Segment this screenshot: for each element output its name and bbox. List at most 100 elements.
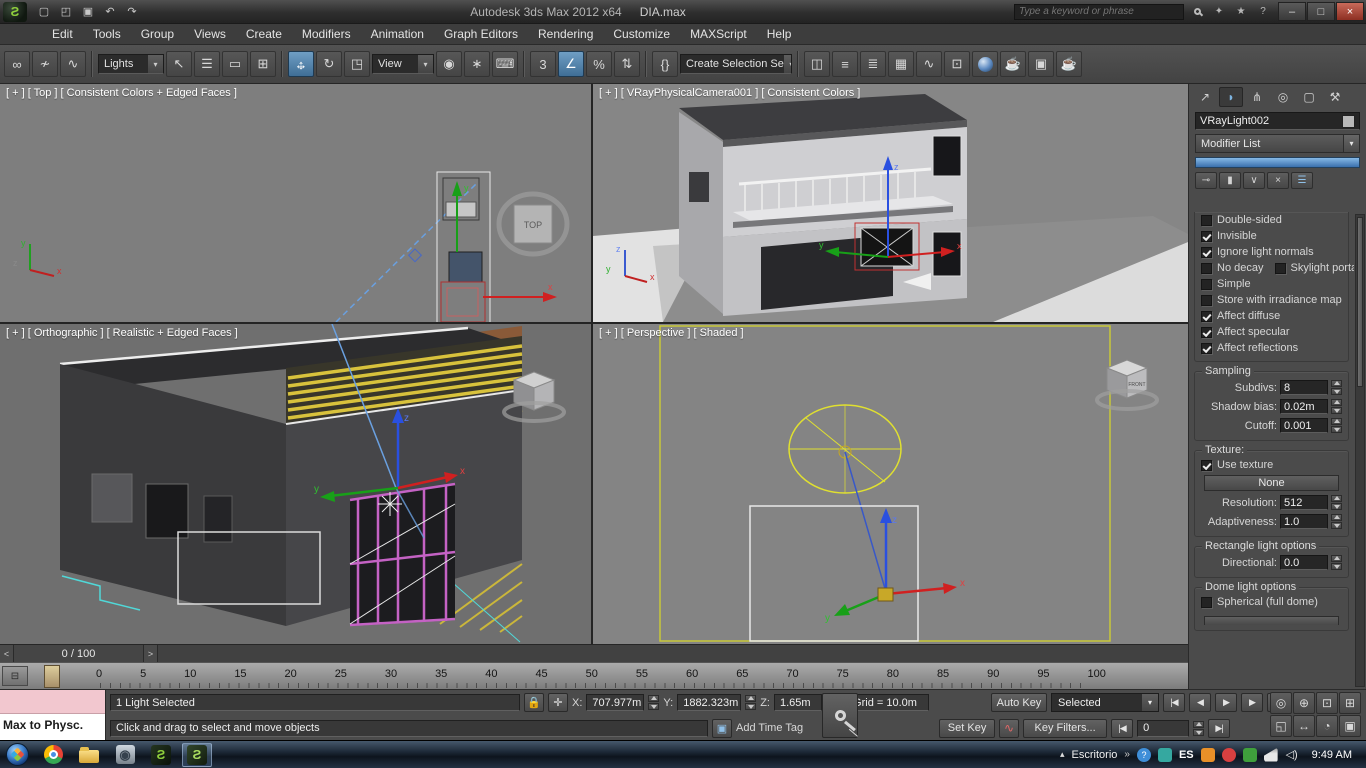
desktop-toolbar-label[interactable]: Escritorio: [1072, 749, 1118, 761]
update-tray-icon[interactable]: [1201, 748, 1215, 762]
viewport-orthographic-label[interactable]: [ + ] [ Orthographic ] [ Realistic + Edg…: [6, 327, 238, 339]
network-tray-icon[interactable]: [1264, 748, 1278, 762]
display-tab[interactable]: ▢: [1297, 87, 1321, 107]
hidden-icons-button[interactable]: ▴: [1060, 749, 1065, 760]
use-pivot-point-center-icon[interactable]: ◉: [436, 51, 462, 77]
next-frame-button[interactable]: ▶: [1241, 693, 1263, 712]
viewport-perspective-label[interactable]: [ + ] [ Perspective ] [ Shaded ]: [599, 327, 744, 339]
scrollbar-thumb[interactable]: [1357, 217, 1363, 387]
house-model[interactable]: [679, 94, 967, 316]
viewport-top[interactable]: y x TOP y z x [ + ] [ Top: [0, 84, 591, 322]
checkbox[interactable]: [1275, 263, 1286, 274]
select-and-move-icon[interactable]: ↔↕: [288, 51, 314, 77]
viewport-orthographic[interactable]: z y x: [0, 324, 591, 644]
maximize-button[interactable]: □: [1307, 2, 1335, 21]
sync-tray-icon[interactable]: [1158, 748, 1172, 762]
menu-item[interactable]: Group: [131, 24, 184, 45]
utilities-tab[interactable]: ⚒: [1323, 87, 1347, 107]
viewport-camera-canvas[interactable]: z y x z y x: [593, 84, 1188, 322]
checkbox[interactable]: [1201, 263, 1212, 274]
save-file-icon[interactable]: ▣: [78, 3, 98, 21]
menu-item[interactable]: Rendering: [528, 24, 603, 45]
select-and-manipulate-icon[interactable]: ∗: [464, 51, 490, 77]
remove-modifier-icon[interactable]: ×: [1267, 172, 1289, 189]
help-icon[interactable]: ?: [1254, 4, 1272, 20]
go-to-start-button[interactable]: |◀: [1163, 693, 1185, 712]
checkbox[interactable]: [1201, 311, 1212, 322]
toolbar-chevrons-icon[interactable]: »: [1124, 749, 1130, 760]
menu-item[interactable]: Views: [184, 24, 236, 45]
range-next-button[interactable]: >: [144, 645, 158, 663]
spinner[interactable]: [1331, 495, 1342, 510]
orbit-icon[interactable]: ◔: [1316, 715, 1338, 737]
percent-snap-icon[interactable]: %: [586, 51, 612, 77]
track-bar-strip[interactable]: [158, 645, 1188, 663]
spinner[interactable]: [1193, 721, 1204, 736]
macro-recorder-strip[interactable]: [0, 690, 105, 714]
material-editor-icon[interactable]: [972, 51, 998, 77]
param-field[interactable]: 512: [1280, 495, 1328, 510]
minimize-button[interactable]: –: [1278, 2, 1306, 21]
select-and-rotate-icon[interactable]: ↻: [316, 51, 342, 77]
modify-tab[interactable]: ◗: [1219, 87, 1243, 107]
previous-frame-button[interactable]: ◀: [1189, 693, 1211, 712]
menu-item[interactable]: Help: [757, 24, 802, 45]
viewport-camera-label[interactable]: [ + ] [ VRayPhysicalCamera001 ] [ Consis…: [599, 87, 860, 99]
search-icon[interactable]: [1188, 4, 1206, 20]
reference-coordinate-dropdown[interactable]: View▾: [372, 54, 434, 74]
undo-icon[interactable]: ↶: [100, 3, 120, 21]
menu-item[interactable]: Create: [236, 24, 292, 45]
absolute-offset-toggle[interactable]: ✛: [548, 693, 568, 712]
selection-filter-dropdown[interactable]: Lights▾: [98, 54, 164, 74]
hierarchy-tab[interactable]: ⋔: [1245, 87, 1269, 107]
param-field[interactable]: 0.02m: [1280, 399, 1328, 414]
menu-item[interactable]: Edit: [42, 24, 83, 45]
menu-item[interactable]: Modifiers: [292, 24, 361, 45]
spinner[interactable]: [1331, 380, 1342, 395]
open-mini-curve-editor-button[interactable]: ⊟: [2, 666, 28, 686]
dome-light-gizmo[interactable]: [789, 405, 901, 493]
range-previous-button[interactable]: <: [0, 645, 14, 663]
3dsmax-running-icon[interactable]: Ƨ: [182, 743, 212, 767]
checkbox[interactable]: [1201, 295, 1212, 306]
align-icon[interactable]: ≡: [832, 51, 858, 77]
viewport-perspective-canvas[interactable]: z y x FRONT: [593, 324, 1188, 644]
open-file-icon[interactable]: ◰: [56, 3, 76, 21]
motion-tab[interactable]: ◎: [1271, 87, 1295, 107]
menu-item[interactable]: Tools: [83, 24, 131, 45]
zoom-icon[interactable]: ◎: [1270, 692, 1292, 714]
explorer-icon[interactable]: [74, 743, 104, 767]
isolate-selection-icon[interactable]: ▣: [712, 719, 732, 738]
key-mode-dropdown[interactable]: Selected▾: [1051, 693, 1159, 712]
viewport-top-canvas[interactable]: y x TOP y z x: [0, 84, 591, 322]
x-coordinate-field[interactable]: 707.977m: [586, 694, 644, 711]
create-tab[interactable]: ↗: [1193, 87, 1217, 107]
volume-tray-icon[interactable]: ◁): [1285, 748, 1299, 762]
field-of-view-icon[interactable]: ◱: [1270, 715, 1292, 737]
keyboard-shortcut-override-icon[interactable]: ⌨: [492, 51, 518, 77]
set-keys-button[interactable]: [822, 693, 858, 738]
play-button[interactable]: ▶: [1215, 693, 1237, 712]
app-icon[interactable]: ◉: [110, 743, 140, 767]
pan-icon[interactable]: ↔: [1293, 715, 1315, 737]
previous-key-button[interactable]: |◀: [1111, 719, 1133, 738]
edit-named-selection-sets-icon[interactable]: {}: [652, 51, 678, 77]
taskbar-clock[interactable]: 9:49 AM: [1306, 749, 1358, 761]
viewport-top-label[interactable]: [ + ] [ Top ] [ Consistent Colors + Edge…: [6, 87, 237, 99]
maxscript-mini-listener[interactable]: Max to Physc.: [0, 690, 106, 741]
spinner[interactable]: [1331, 399, 1342, 414]
timeline-ruler[interactable]: ⊟ 0 5 10 15 20 25 30 35 40 45: [0, 662, 1188, 689]
chrome-icon[interactable]: [38, 743, 68, 767]
z-coordinate-field[interactable]: 1.65m: [774, 694, 822, 711]
close-button[interactable]: ×: [1336, 2, 1364, 21]
spinner[interactable]: [745, 695, 756, 710]
selection-lock-toggle[interactable]: 🔒: [524, 693, 544, 712]
show-end-result-icon[interactable]: ▮: [1219, 172, 1241, 189]
antivirus-tray-icon[interactable]: [1222, 748, 1236, 762]
checkbox[interactable]: [1201, 343, 1212, 354]
graphite-ribbon-icon[interactable]: ▦: [888, 51, 914, 77]
select-object-icon[interactable]: ↖: [166, 51, 192, 77]
checkbox[interactable]: [1201, 597, 1212, 608]
spinner-snap-icon[interactable]: ⇅: [614, 51, 640, 77]
key-filters-button[interactable]: Key Filters...: [1023, 719, 1107, 738]
